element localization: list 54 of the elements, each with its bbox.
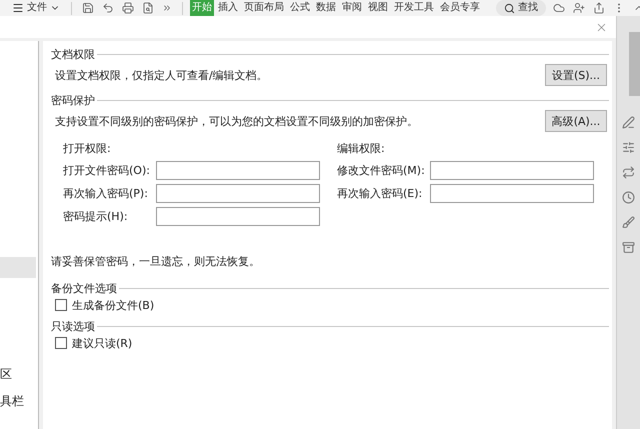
password-field[interactable] [430,161,594,180]
more-icon[interactable] [162,3,172,13]
checkbox[interactable] [55,299,67,311]
file-menu[interactable]: 文件 [8,0,64,16]
field-label: 打开文件密码(O): [63,163,151,178]
settings-button[interactable]: 设置(S)... [545,64,607,86]
search-icon [504,2,515,14]
field-label: 再次输入密码(E): [337,186,424,201]
repeat-icon[interactable] [622,166,635,179]
share-icon[interactable] [593,2,605,14]
ribbon-tab[interactable]: 视图 [366,0,390,16]
field-label: 再次输入密码(P): [63,186,149,201]
sidebar-item[interactable]: 区 [0,364,36,385]
search-button[interactable]: 查找 [496,0,546,16]
field-label: 修改文件密码(M): [337,163,426,178]
password-field[interactable] [156,184,320,203]
checkbox[interactable] [55,337,67,349]
ribbon-tab[interactable]: 插入 [216,0,240,16]
brush-icon[interactable] [622,216,635,229]
sidebar-item[interactable]: 具栏 [0,391,36,412]
archive-icon[interactable] [622,241,635,254]
add-user-icon[interactable] [573,2,585,14]
sliders-icon[interactable] [622,141,635,154]
menu-icon [12,2,24,14]
pen-icon[interactable] [622,116,635,129]
group-heading: 编辑权限: [337,141,386,155]
clock-icon[interactable] [622,191,635,204]
advanced-button[interactable]: 高级(A)... [545,110,607,132]
field-label: 密码提示(H): [63,209,129,224]
ribbon-tab[interactable]: 审阅 [340,0,364,16]
ribbon-tab[interactable]: 页面布局 [242,0,286,16]
undo-icon[interactable] [102,2,114,14]
preview-icon[interactable] [142,2,154,14]
ribbon-tab[interactable]: 会员专享 [438,0,482,16]
cloud-icon[interactable] [553,2,565,14]
ribbon-tab[interactable]: 公式 [288,0,312,16]
description: 支持设置不同级别的密码保护，可以为您的文档设置不同级别的加密保护。 [55,114,418,128]
scrollbar[interactable] [629,32,640,96]
checkbox-label: 建议只读(R) [72,336,132,350]
password-field[interactable] [156,207,320,226]
ribbon-tab[interactable]: 数据 [314,0,338,16]
password-field[interactable] [156,161,320,180]
section-title: 文档权限 [51,46,95,62]
checkbox-label: 生成备份文件(B) [72,298,154,312]
warning-note: 请妥善保管密码，一旦遗忘，则无法恢复。 [51,254,261,269]
password-field[interactable] [430,184,594,203]
section-title: 只读选项 [51,318,95,334]
section-title: 备份文件选项 [51,280,117,296]
section-title: 密码保护 [51,92,95,108]
group-heading: 打开权限: [63,141,112,155]
print-icon[interactable] [122,2,134,14]
save-icon[interactable] [82,2,94,14]
ribbon-tab[interactable]: 开发工具 [392,0,436,16]
description: 设置文档权限，仅指定人可查看/编辑文档。 [55,68,268,82]
